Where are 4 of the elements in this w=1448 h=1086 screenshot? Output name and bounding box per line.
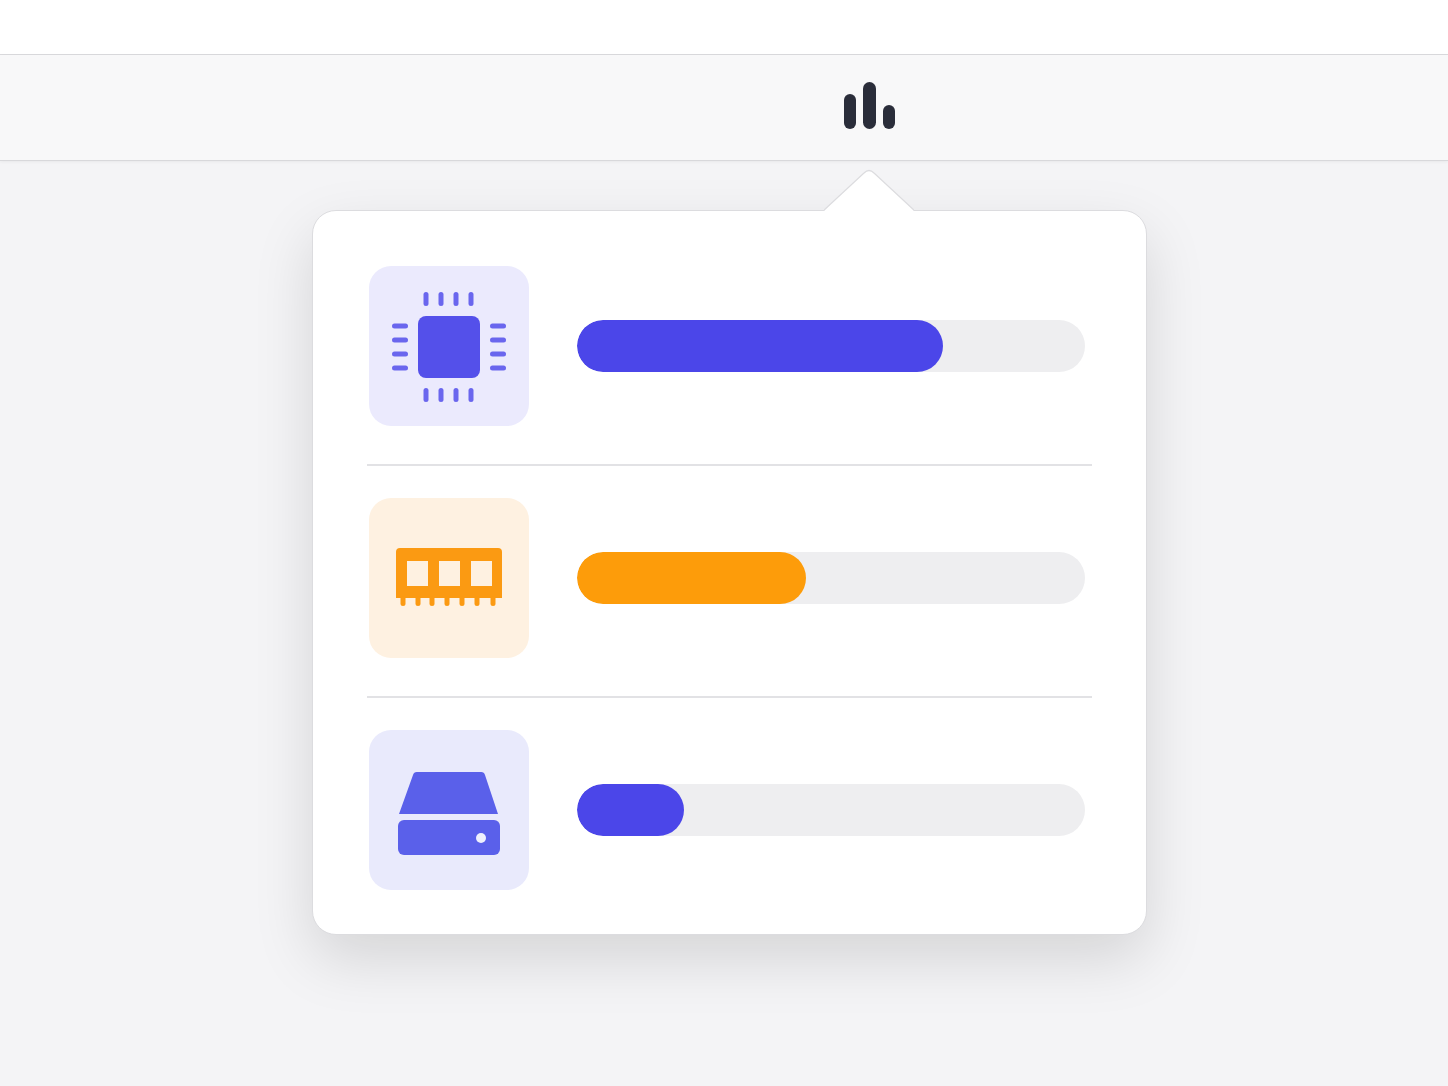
hard-drive-icon — [369, 730, 529, 890]
memory-module-icon — [369, 498, 529, 658]
cpu-chip-icon — [369, 266, 529, 426]
bar-chart-icon[interactable] — [843, 81, 896, 130]
